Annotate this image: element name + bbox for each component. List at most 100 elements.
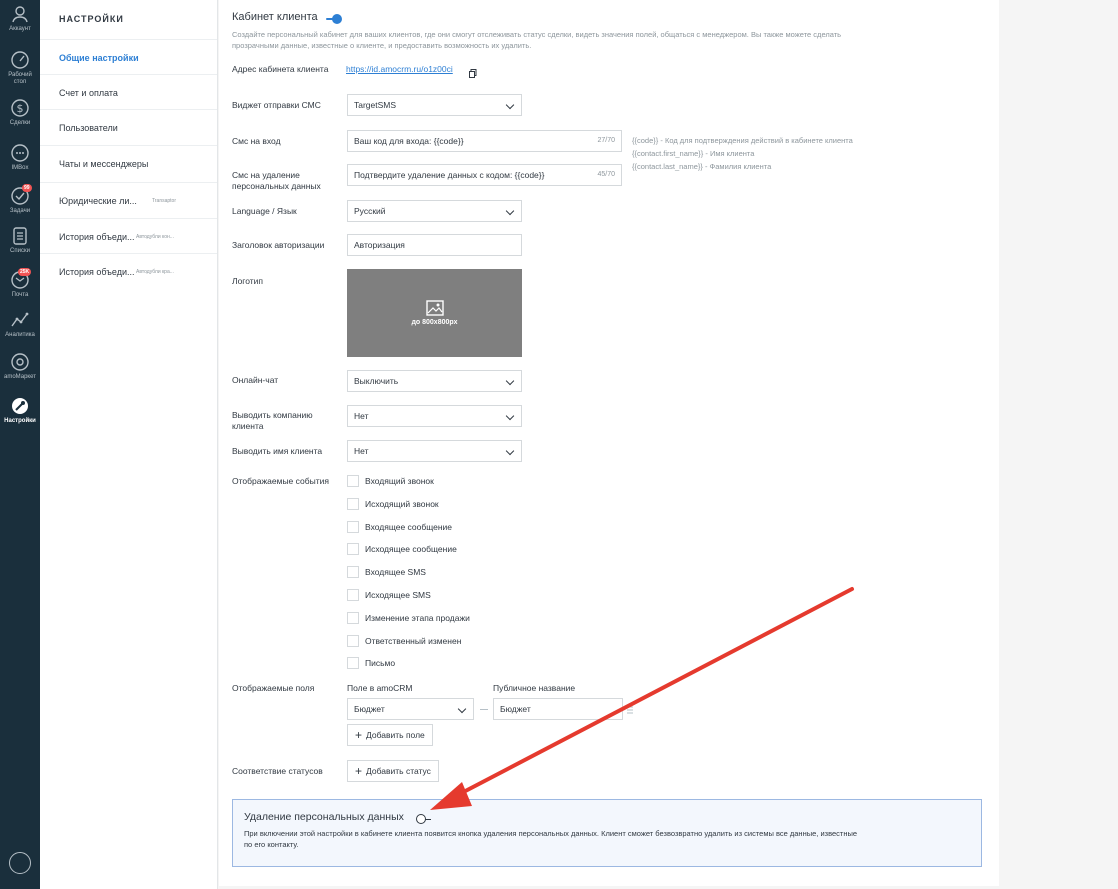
rail-item-label: Рабочий стол xyxy=(8,72,32,85)
settings-nav-item-chats[interactable]: Чаты и мессенджеры xyxy=(40,145,217,181)
rail-item-lists[interactable]: Списки xyxy=(0,226,40,255)
settings-nav-sublabel: Transaptor xyxy=(152,197,176,204)
select-value: Нет xyxy=(354,411,369,421)
plus-icon: + xyxy=(355,764,363,778)
button-label: Добавить поле xyxy=(366,730,425,740)
checkbox-label: Исходящий звонок xyxy=(365,498,439,509)
sms-login-label: Смс на вход xyxy=(232,136,281,146)
event-checkbox-row[interactable]: Исходящий звонок xyxy=(347,497,470,511)
rail-item-account[interactable]: Аккаунт xyxy=(0,4,40,33)
rail-item-analytics[interactable]: Аналитика xyxy=(0,310,40,339)
checkbox[interactable] xyxy=(347,497,359,510)
cabinet-address-link[interactable]: https://id.amocrm.ru/o1z00ci xyxy=(346,64,453,74)
rail-item-market[interactable]: amoМаркет xyxy=(0,352,40,381)
rail-item-settings[interactable]: Настройки xyxy=(0,396,40,425)
statuses-label: Соответствие статусов xyxy=(232,766,323,776)
mail-count-badge: 25K xyxy=(18,268,32,276)
settings-nav-item-merge-contacts[interactable]: История объеди... Автодубли кон... xyxy=(40,218,217,254)
description-line: по его контакту. xyxy=(244,840,299,849)
add-field-button[interactable]: + Добавить поле xyxy=(347,724,433,746)
button-label: Добавить статус xyxy=(366,766,431,776)
checkbox[interactable] xyxy=(347,475,359,487)
avatar-icon xyxy=(12,6,28,23)
client-cabinet-panel: Кабинет клиента Создайте персональный ка… xyxy=(219,0,999,886)
checkbox[interactable] xyxy=(347,657,359,670)
description-line: При включении этой настройки в кабинете … xyxy=(244,829,858,838)
copy-icon[interactable] xyxy=(469,69,477,80)
event-checkbox-row[interactable]: Ответственный изменен xyxy=(347,634,470,648)
name-select[interactable]: Нет xyxy=(347,440,522,462)
drag-handle-icon[interactable] xyxy=(627,706,633,716)
chevron-down-icon xyxy=(505,411,515,421)
event-checkbox-row[interactable]: Исходящее SMS xyxy=(347,588,470,602)
event-checkbox-row[interactable]: Исходящее сообщение xyxy=(347,542,470,556)
field-mapping-dash xyxy=(480,709,488,710)
input-value: Подтвердите удаление данных с кодом: {{c… xyxy=(354,170,545,180)
language-label: Language / Язык xyxy=(232,206,297,216)
event-checkbox-row[interactable]: Входящее SMS xyxy=(347,565,470,579)
checkbox[interactable] xyxy=(347,588,359,601)
events-label: Отображаемые события xyxy=(232,476,329,486)
select-value: TargetSMS xyxy=(354,100,397,110)
rail-item-dashboard[interactable]: Рабочий стол xyxy=(0,50,40,86)
settings-nav-item-general[interactable]: Общие настройки xyxy=(40,39,217,75)
gdpr-toggle[interactable] xyxy=(416,814,431,824)
checkbox-label: Письмо xyxy=(365,658,396,669)
event-checkbox-row[interactable]: Изменение этапа продажи xyxy=(347,611,470,625)
chat-select[interactable]: Выключить xyxy=(347,370,522,392)
checkbox[interactable] xyxy=(347,566,359,579)
sms-delete-input[interactable]: Подтвердите удаление данных с кодом: {{c… xyxy=(347,164,622,186)
select-value: Выключить xyxy=(354,376,399,386)
rail-item-deals[interactable]: $ Сделки xyxy=(0,98,40,127)
checkbox[interactable] xyxy=(347,520,359,533)
checkbox[interactable] xyxy=(347,634,359,647)
dollar-icon: $ xyxy=(11,99,29,117)
rail-item-label: IMBox xyxy=(11,165,29,171)
settings-icon xyxy=(12,398,28,414)
label-line: персональных данных xyxy=(232,181,321,191)
language-select[interactable]: Русский xyxy=(347,200,522,222)
toggle-knob xyxy=(416,814,426,824)
settings-nav-sublabel: Автодубли кра... xyxy=(136,268,174,275)
analytics-icon xyxy=(11,312,29,327)
chevron-down-icon xyxy=(505,206,515,216)
settings-nav-item-billing[interactable]: Счет и оплата xyxy=(40,74,217,110)
settings-nav-label: История объеди... xyxy=(59,266,135,277)
rail-support-button[interactable] xyxy=(0,852,40,874)
logo-label: Логотип xyxy=(232,276,264,286)
chevron-down-icon xyxy=(505,100,515,110)
auth-title-input[interactable]: Авторизация xyxy=(347,234,522,256)
settings-nav-label: Чаты и мессенджеры xyxy=(59,158,149,169)
sms-login-input[interactable]: Ваш код для входа: {{code}} 27/70 xyxy=(347,130,622,152)
gdpr-title: Удаление персональных данных xyxy=(244,811,404,823)
hint-line: {{code}} - Код для подтверждения действи… xyxy=(632,136,853,145)
checkbox[interactable] xyxy=(347,543,359,556)
chevron-down-icon xyxy=(457,704,467,714)
logo-upload[interactable]: до 800x800px xyxy=(347,269,522,357)
description-line: прозрачными данные, известные о клиенте,… xyxy=(232,41,532,50)
list-icon xyxy=(13,227,27,245)
field-public-input[interactable]: Бюджет xyxy=(493,698,623,720)
event-checkbox-row[interactable]: Письмо xyxy=(347,656,470,670)
company-select[interactable]: Нет xyxy=(347,405,522,427)
input-value: Авторизация xyxy=(354,240,405,250)
rail-item-mail[interactable]: 25K Почта xyxy=(0,268,40,299)
cabinet-toggle[interactable] xyxy=(326,14,342,24)
address-label: Адрес кабинета клиента xyxy=(232,64,329,74)
settings-nav-item-legal[interactable]: Юридические ли... Transaptor xyxy=(40,182,217,218)
rail-item-tasks[interactable]: 99 Задачи xyxy=(0,184,40,215)
checkbox-label: Исходящее SMS xyxy=(365,589,431,600)
checkbox-label: Входящее сообщение xyxy=(365,521,453,532)
tasks-count-badge: 99 xyxy=(22,184,32,192)
add-status-button[interactable]: + Добавить статус xyxy=(347,760,439,782)
event-checkbox-row[interactable]: Входящее сообщение xyxy=(347,520,470,534)
settings-nav-item-merge-companies[interactable]: История объеди... Автодубли кра... xyxy=(40,253,217,289)
gdpr-description: При включении этой настройки в кабинете … xyxy=(244,828,974,850)
sms-widget-select[interactable]: TargetSMS xyxy=(347,94,522,116)
rail-item-label: amoМаркет xyxy=(4,374,36,380)
rail-item-imbox[interactable]: IMBox xyxy=(0,143,40,172)
field-amo-select[interactable]: Бюджет xyxy=(347,698,474,720)
checkbox[interactable] xyxy=(347,611,359,624)
settings-nav-item-users[interactable]: Пользователи xyxy=(40,109,217,145)
event-checkbox-row[interactable]: Входящий звонок xyxy=(347,474,470,488)
